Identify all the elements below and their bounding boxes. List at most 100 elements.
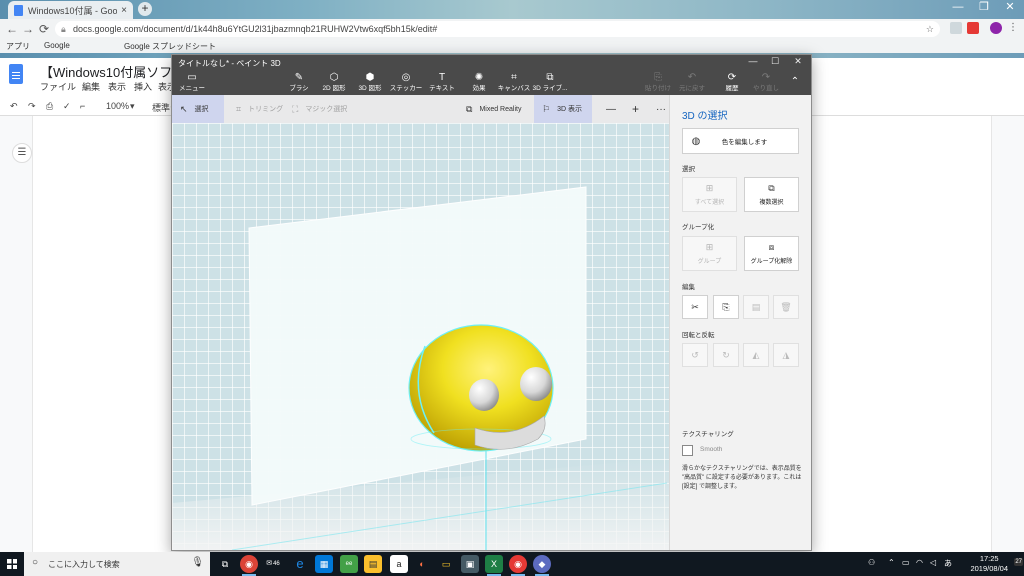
group-button[interactable]: ⊞ グループ — [682, 236, 737, 271]
print-icon[interactable]: ⎙ — [46, 101, 53, 112]
chrome-taskbar-icon[interactable]: ◉ — [240, 555, 258, 576]
zoom-in-button[interactable]: + — [624, 95, 647, 123]
browser-minimize-button[interactable]: — — [945, 0, 971, 16]
profile-avatar[interactable] — [990, 22, 1002, 34]
microphone-icon[interactable]: 🎙︎ — [191, 557, 204, 568]
ribbon-3d-library-button[interactable]: ⧉ 3D ライブ... — [530, 71, 570, 95]
browser-tab[interactable]: Windows10付属 - Google ドキュメント × — [8, 1, 133, 19]
tab-close-icon[interactable]: × — [121, 5, 127, 16]
ribbon-canvas-button[interactable]: ⌗ キャンバス — [494, 71, 534, 95]
p3-minimize-button[interactable]: — — [742, 56, 764, 66]
mail-taskbar-icon[interactable]: ✉46 — [264, 555, 282, 573]
flip-vertical-button[interactable]: ◮ — [773, 343, 799, 367]
bookmark-google[interactable]: Google — [44, 41, 70, 50]
redo-icon[interactable]: ↷ — [28, 101, 36, 112]
zoom-dropdown-icon[interactable]: ▾ — [130, 101, 135, 112]
reload-icon[interactable]: ⟳ — [36, 22, 52, 36]
amazon-taskbar-icon[interactable]: a — [390, 555, 408, 573]
edit-color-button[interactable]: ◍ 色を編集します — [682, 128, 799, 154]
zoom-select[interactable]: 100% — [106, 101, 129, 111]
extension-icon[interactable] — [950, 22, 962, 34]
section-rotate-label: 回転と反転 — [682, 332, 715, 339]
document-title[interactable]: 【Windows10付属ソフト — [40, 62, 185, 81]
p3-maximize-button[interactable]: ☐ — [764, 56, 786, 67]
docs-logo-icon[interactable] — [9, 64, 23, 84]
paint3d-taskbar-icon[interactable]: ◆ — [533, 555, 551, 576]
3d-canvas[interactable] — [172, 123, 669, 550]
address-bar[interactable]: 🔒︎ docs.google.com/document/d/1k44h8u6Yt… — [55, 21, 940, 37]
multi-select-icon: ⧉ — [768, 183, 775, 193]
back-icon[interactable]: ← — [4, 22, 20, 36]
smiley-3d-object[interactable] — [408, 324, 554, 452]
paint-taskbar-icon[interactable]: ◐ — [413, 555, 431, 573]
paste-button[interactable]: ▤ — [743, 295, 769, 319]
menu-view[interactable]: 表示 — [108, 80, 126, 93]
taskbar-search[interactable]: ○ ここに入力して検索 🎙︎ — [24, 552, 210, 576]
chrome-menu-icon[interactable]: ⋮ — [1008, 22, 1020, 34]
photos-taskbar-icon[interactable]: ▣ — [461, 555, 479, 573]
crop-tool[interactable]: ⌗ トリミング — [228, 95, 291, 123]
ribbon-text-button[interactable]: T テキスト — [422, 71, 462, 95]
menu-edit[interactable]: 編集 — [82, 80, 100, 93]
evernote-taskbar-icon[interactable]: ee — [340, 555, 358, 573]
rotate-left-icon: ↺ — [691, 350, 699, 360]
mixed-reality-button[interactable]: ⧉ Mixed Reality — [458, 95, 529, 123]
ime-icon[interactable]: あ — [944, 558, 952, 569]
people-icon[interactable]: ⚇ — [868, 558, 875, 567]
bookmark-star-icon[interactable]: ☆ — [926, 21, 934, 37]
edge-taskbar-icon[interactable]: e — [291, 555, 309, 573]
ribbon-brush-button[interactable]: ✎ ブラシ — [279, 71, 319, 95]
select-tool[interactable]: ↖ 選択 — [172, 95, 224, 123]
excel-taskbar-icon[interactable]: X — [485, 555, 503, 576]
multi-select-button[interactable]: ⧉ 複数選択 — [744, 177, 799, 212]
extension-red-icon[interactable] — [967, 22, 979, 34]
spellcheck-icon[interactable]: ✓ — [63, 101, 71, 112]
menu-file[interactable]: ファイル — [40, 80, 76, 93]
forward-icon[interactable]: → — [20, 22, 36, 36]
rotate-right-button[interactable]: ↻ — [713, 343, 739, 367]
clock[interactable]: 17:25 2019/08/04 — [970, 554, 1008, 574]
smooth-checkbox[interactable] — [682, 445, 693, 456]
bookmark-apps[interactable]: アプリ — [6, 41, 30, 52]
magic-select-tool[interactable]: ⛶ マジック選択 — [284, 95, 355, 123]
ungroup-button[interactable]: ⧈ グループ化解除 — [744, 236, 799, 271]
battery-icon[interactable]: ▭ — [902, 558, 910, 567]
chrome-alt-taskbar-icon[interactable]: ◉ — [509, 555, 527, 576]
menu-insert[interactable]: 挿入 — [134, 80, 152, 93]
zoom-out-button[interactable]: — — [598, 95, 624, 123]
new-tab-button[interactable]: + — [138, 2, 152, 16]
task-view-icon[interactable]: ⧉ — [216, 555, 234, 573]
3d-view-toggle[interactable]: ⚐ 3D 表示 — [534, 95, 592, 123]
start-button[interactable] — [0, 552, 24, 576]
trash-icon: 🗑︎ — [780, 302, 792, 312]
wifi-icon[interactable]: ◠ — [916, 558, 923, 567]
mail-badge: 46 — [273, 561, 280, 567]
p3-close-button[interactable]: ✕ — [787, 56, 809, 67]
browser-maximize-button[interactable]: ❐ — [971, 0, 997, 16]
rotate-left-button[interactable]: ↺ — [682, 343, 708, 367]
browser-close-button[interactable]: ✕ — [997, 0, 1023, 16]
ribbon-2d-shapes-button[interactable]: ⬡ 2D 図形 — [314, 71, 354, 95]
copy-button[interactable]: ⎘ — [713, 295, 739, 319]
ribbon-effects-button[interactable]: ✺ 効果 — [459, 71, 499, 95]
undo-icon[interactable]: ↶ — [10, 101, 18, 112]
select-all-button[interactable]: ⊞ すべて選択 — [682, 177, 737, 212]
ribbon-menu-button[interactable]: ▭ メニュー — [172, 71, 212, 95]
file-explorer-taskbar-icon[interactable]: ▭ — [437, 555, 455, 573]
paint-format-icon[interactable]: ⌐ — [80, 101, 85, 111]
ribbon-stickers-button[interactable]: ◎ ステッカー — [386, 71, 426, 95]
flip-horizontal-button[interactable]: ◭ — [743, 343, 769, 367]
notification-center-icon[interactable]: 27 — [1014, 558, 1023, 566]
show-hidden-icon[interactable]: ⌃ — [888, 558, 895, 567]
volume-icon[interactable]: ◁ — [930, 558, 936, 567]
panel-title: 3D の選択 — [682, 111, 728, 122]
ribbon-3d-shapes-button[interactable]: ⬢ 3D 図形 — [350, 71, 390, 95]
bookmark-sheets[interactable]: Google スプレッドシート — [124, 41, 216, 52]
outline-icon[interactable]: ☰ — [12, 143, 32, 163]
ribbon-collapse-button[interactable]: ⌃ — [780, 71, 810, 95]
store-taskbar-icon[interactable]: ▦ — [315, 555, 333, 573]
cut-button[interactable]: ✂ — [682, 295, 708, 319]
sticky-notes-taskbar-icon[interactable]: ▤ — [364, 555, 382, 573]
delete-button[interactable]: 🗑︎ — [773, 295, 799, 319]
ribbon-undo-button[interactable]: ↶ 元に戻す — [672, 71, 712, 95]
